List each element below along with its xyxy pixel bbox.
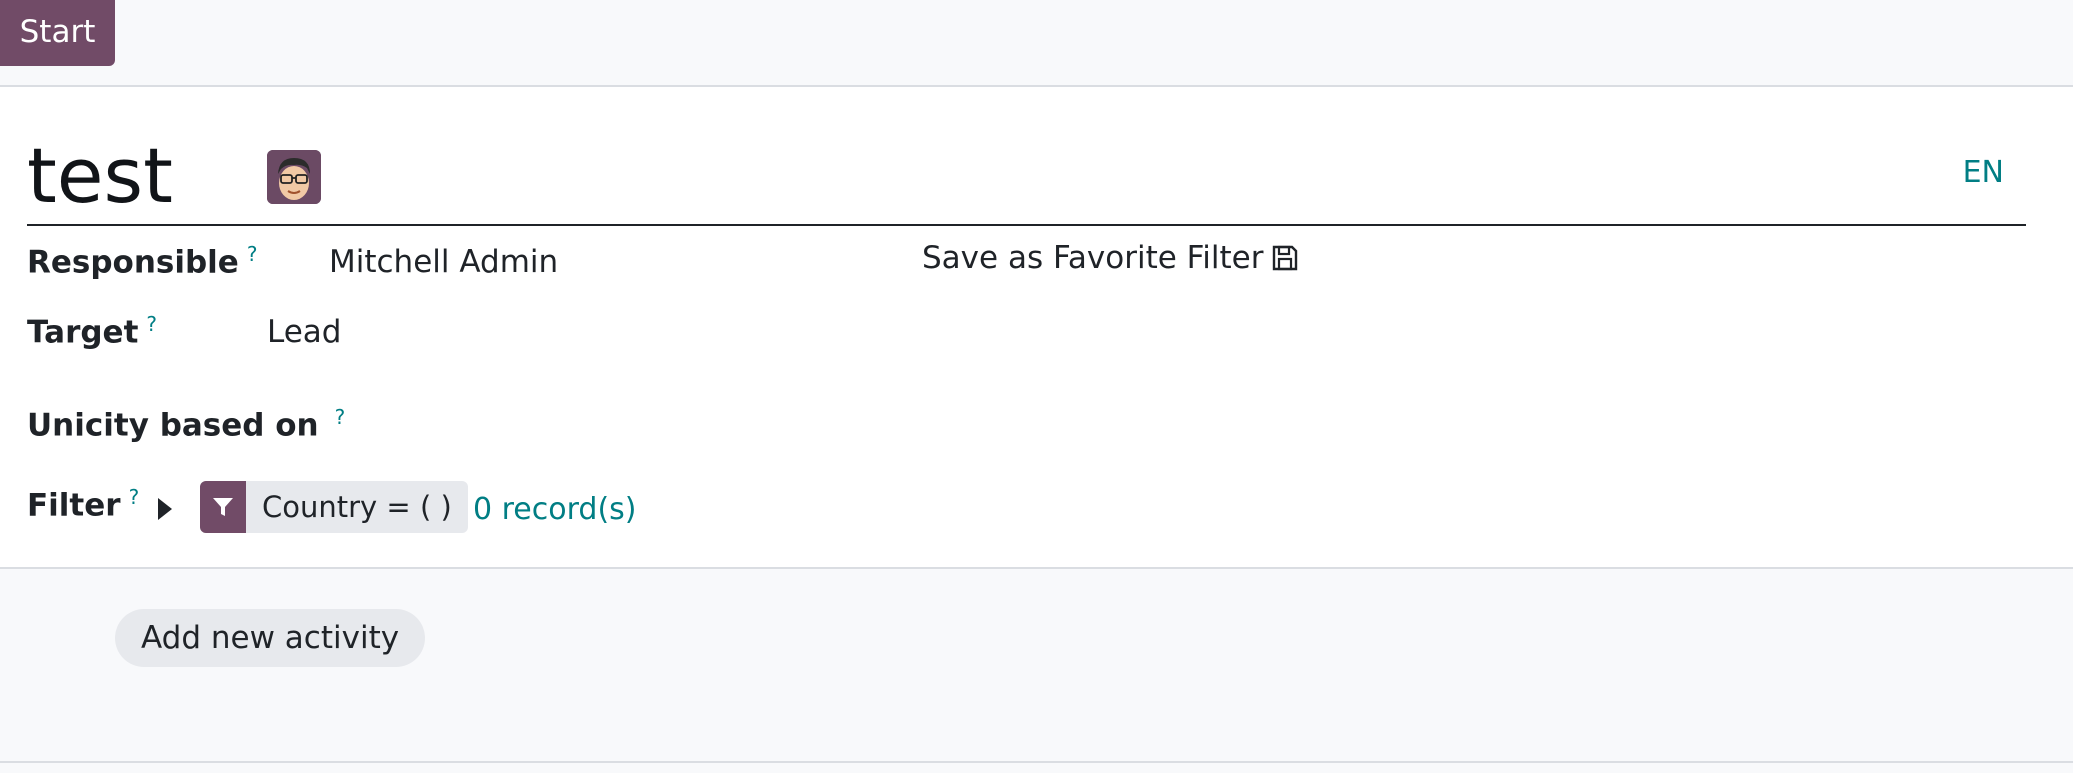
unicity-value[interactable] xyxy=(420,405,1020,445)
filter-chip[interactable]: Country = ( ) xyxy=(200,481,468,533)
unicity-label: Unicity based on? xyxy=(27,405,346,444)
language-button[interactable]: EN xyxy=(1963,155,2004,190)
divider xyxy=(0,761,2073,763)
records-count-link[interactable]: 0 record(s) xyxy=(473,492,637,527)
target-value[interactable]: Lead xyxy=(267,314,341,350)
control-panel: Start xyxy=(0,0,2073,87)
responsible-help-icon[interactable]: ? xyxy=(247,242,258,266)
save-favorite-filter-button[interactable]: Save as Favorite Filter xyxy=(922,240,1299,276)
start-button[interactable]: Start xyxy=(0,0,115,66)
user-avatar-icon[interactable] xyxy=(267,150,321,204)
add-new-activity-button[interactable]: Add new activity xyxy=(115,609,426,667)
caret-right-icon[interactable] xyxy=(158,498,172,520)
responsible-value[interactable]: Mitchell Admin xyxy=(329,244,558,280)
title-field[interactable]: test EN xyxy=(27,129,2026,226)
target-help-icon[interactable]: ? xyxy=(146,312,157,336)
filter-chip-label: Country = ( ) xyxy=(262,490,452,524)
unicity-help-icon[interactable]: ? xyxy=(335,405,346,429)
filter-help-icon[interactable]: ? xyxy=(129,485,140,509)
responsible-label: Responsible? xyxy=(27,242,258,281)
filter-label: Filter? xyxy=(27,485,140,524)
floppy-disk-icon xyxy=(1273,245,1298,271)
funnel-icon xyxy=(200,481,246,533)
title-input[interactable]: test xyxy=(27,129,173,223)
target-label: Target? xyxy=(27,312,158,351)
